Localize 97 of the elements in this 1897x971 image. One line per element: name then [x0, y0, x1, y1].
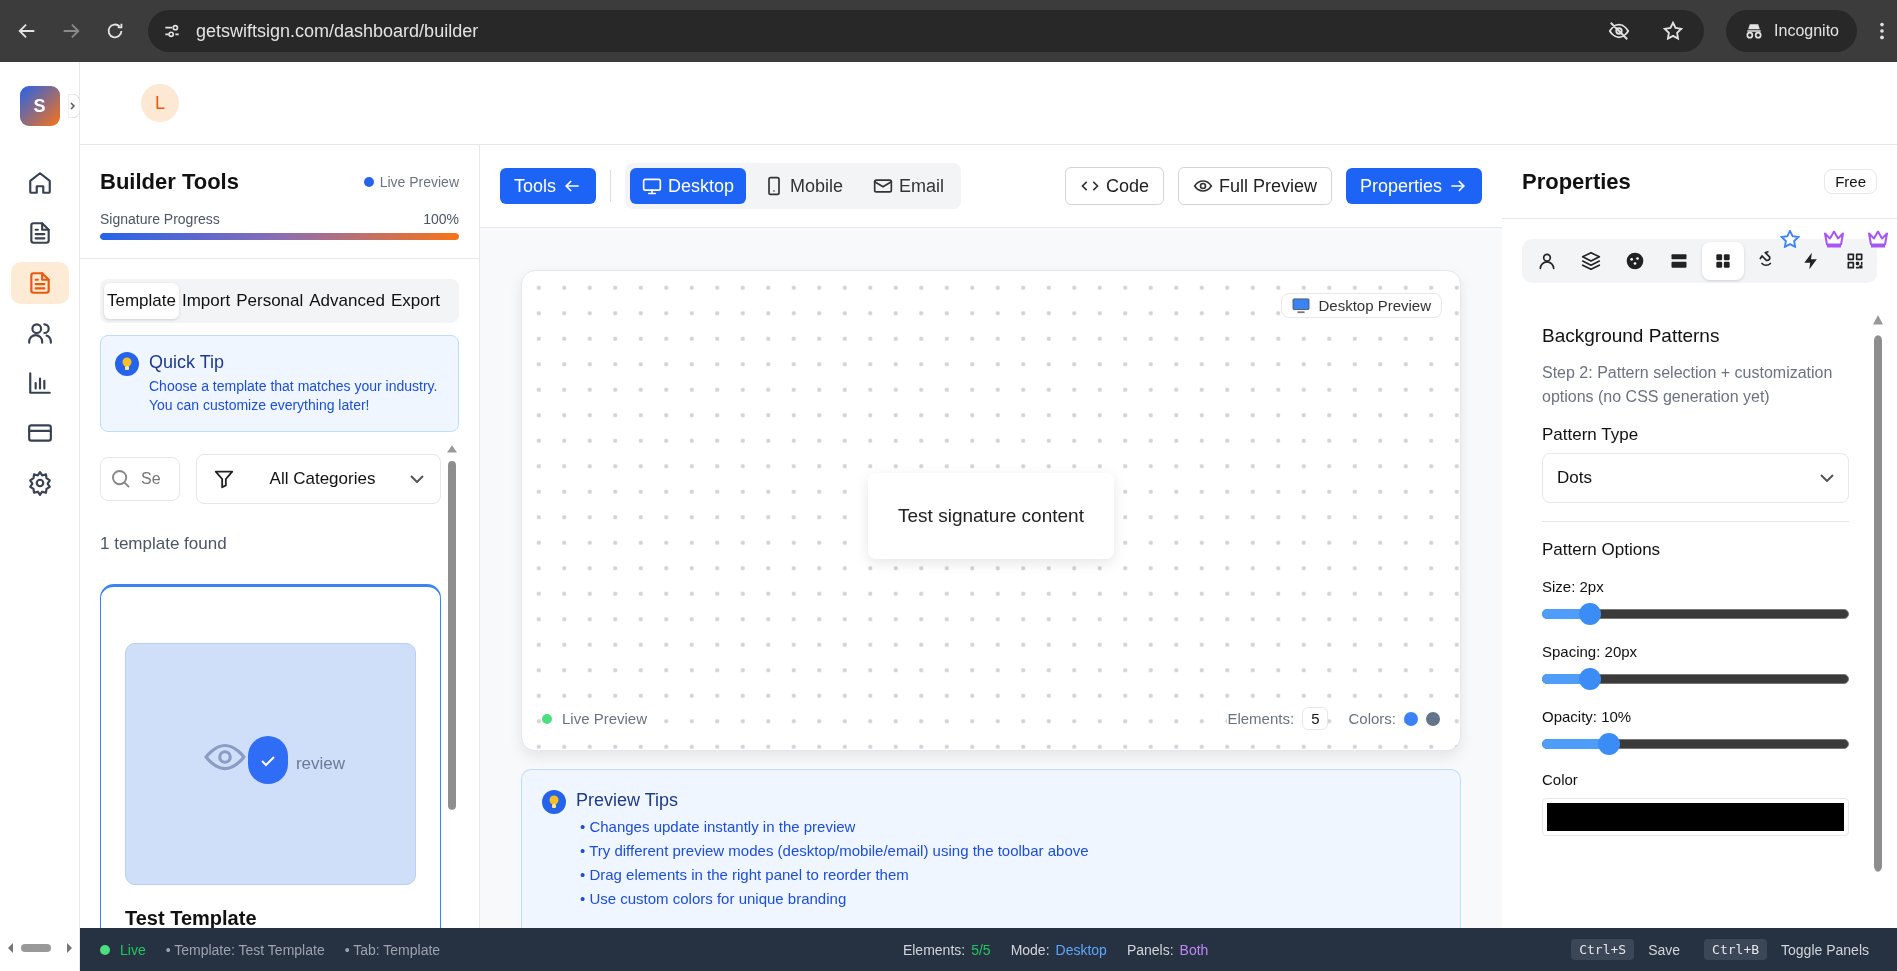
rows-icon: [1669, 251, 1689, 271]
scrollbar-drawing: [6, 941, 73, 955]
template-name: Test Template: [125, 906, 258, 928]
progress-reading: 100%: [423, 211, 459, 227]
layers-icon: [1581, 251, 1601, 271]
field-label: Pattern Type: [1542, 425, 1640, 445]
slider-thumb[interactable]: [1598, 733, 1621, 755]
eye-off-icon[interactable]: [1608, 20, 1631, 42]
slider[interactable]: [1542, 733, 1849, 755]
home-icon: [26, 170, 53, 196]
progress-label: Signature Progress: [100, 211, 220, 227]
pattern-type-dropdown[interactable]: Dots: [1542, 453, 1849, 503]
users-icon: [26, 320, 53, 346]
tip-item: • Use custom colors for unique branding: [580, 890, 848, 907]
status-dot: [542, 713, 552, 724]
tools-button[interactable]: Tools: [500, 168, 597, 204]
tip-item: • Changes update instantly in the preview: [580, 818, 857, 835]
properties-button[interactable]: Properties: [1345, 168, 1482, 204]
preview-badge: Desktop Preview: [1281, 293, 1442, 318]
tab[interactable]: Advanced: [306, 283, 388, 319]
keyboard-shortcut: Ctrl+S: [1571, 939, 1635, 960]
category-dropdown[interactable]: All Categories: [196, 453, 441, 504]
mode-tab[interactable]: Desktop: [630, 168, 747, 204]
elements-count: 5: [1302, 707, 1329, 730]
live-preview-status: Live Preview: [562, 710, 648, 727]
live-status: Live: [120, 941, 146, 958]
mode-tab[interactable]: Email: [861, 168, 957, 204]
shortcut-label: Toggle Panels: [1781, 941, 1869, 958]
property-tab[interactable]: [1702, 242, 1744, 280]
chevron-down-icon: [1820, 474, 1834, 482]
tip-item: • Try different preview modes (desktop/mobile/email) using the toolbar above: [580, 842, 1089, 859]
tab[interactable]: Import: [179, 283, 234, 319]
section-description: Step 2: Pattern selection + customization options (no CSS generation yet): [1542, 363, 1834, 407]
field-label: Color: [1542, 771, 1579, 788]
menu-icon[interactable]: [1879, 20, 1885, 42]
full-preview-button[interactable]: Full Preview: [1177, 167, 1332, 205]
settings-icon: [26, 470, 53, 496]
monitor-icon: [1292, 297, 1311, 314]
bar-chart-icon: [26, 370, 53, 396]
lightbulb-icon: [115, 352, 139, 376]
star-icon[interactable]: [1662, 20, 1685, 42]
lightbulb-icon: [542, 790, 566, 814]
chevron-right-icon[interactable]: [67, 94, 80, 118]
slider-thumb[interactable]: [1578, 603, 1601, 625]
keyboard-shortcut: Ctrl+B: [1704, 939, 1768, 960]
search-icon: [112, 469, 130, 488]
template-status: • Template: Test Template: [165, 941, 325, 958]
elements-label: Elements:: [1227, 710, 1295, 727]
envelope-icon: [873, 176, 894, 196]
incognito-button[interactable]: Incognito: [1726, 10, 1857, 52]
section-title: Background Patterns: [1542, 325, 1721, 347]
mode-label: Mode:: [1010, 941, 1050, 958]
colors-label: Colors:: [1348, 710, 1396, 727]
chevron-down-icon: [410, 474, 424, 483]
slider-label: Size: 2px: [1542, 578, 1605, 595]
check-icon: [248, 735, 288, 784]
subsection-title: Pattern Options: [1542, 540, 1662, 560]
tip-title: Quick Tip: [149, 352, 226, 373]
slider[interactable]: [1542, 603, 1849, 625]
tab[interactable]: Template: [104, 283, 179, 319]
status-dot: [100, 944, 110, 955]
status-dot: [363, 177, 374, 187]
panel-title: Builder Tools: [100, 169, 239, 195]
tab[interactable]: Export: [387, 283, 444, 319]
tab-status: • Tab: Template: [344, 941, 441, 958]
live-preview-label: Live Preview: [379, 174, 459, 190]
tip-item: • Drag elements in the right panel to reorder them: [580, 866, 910, 883]
grid-icon: [1713, 251, 1733, 271]
mode-tab[interactable]: Mobile: [752, 168, 856, 204]
panels-value: Both: [1179, 941, 1209, 958]
elements-value: 5/5: [971, 941, 991, 958]
template-card[interactable]: review Test Template: [100, 583, 441, 928]
tip-text: Choose a template that matches your industry. You can customize everything later!: [149, 377, 439, 415]
plan-badge: Free: [1824, 169, 1877, 194]
shortcut-label: Save: [1648, 941, 1681, 958]
qr-code-icon: [1845, 251, 1865, 271]
app-logo[interactable]: S: [19, 86, 60, 126]
panels-label: Panels:: [1126, 941, 1174, 958]
slider-thumb[interactable]: [1578, 668, 1601, 690]
person-icon: [1537, 251, 1557, 271]
result-count: 1 template found: [100, 533, 228, 554]
code-button[interactable]: Code: [1064, 167, 1164, 205]
mode-value: Desktop: [1055, 941, 1107, 958]
slider-label: Opacity: 10%: [1542, 708, 1633, 725]
slider-label: Spacing: 20px: [1542, 643, 1639, 660]
monitor-icon: [642, 176, 663, 196]
panel-title: Properties: [1522, 168, 1631, 195]
slider[interactable]: [1542, 668, 1849, 690]
search-field[interactable]: Se: [100, 456, 180, 501]
palette-icon: [1625, 251, 1645, 271]
address-bar[interactable]: getswiftsign.com/dashboard/builder: [148, 10, 1705, 52]
elements-label: Elements:: [902, 941, 966, 958]
tab[interactable]: Personal: [233, 283, 307, 319]
signature-block[interactable]: Test signature content: [868, 472, 1114, 559]
preview-label: review: [295, 753, 346, 774]
tips-title: Preview Tips: [576, 790, 680, 811]
eye-icon: [204, 741, 246, 772]
